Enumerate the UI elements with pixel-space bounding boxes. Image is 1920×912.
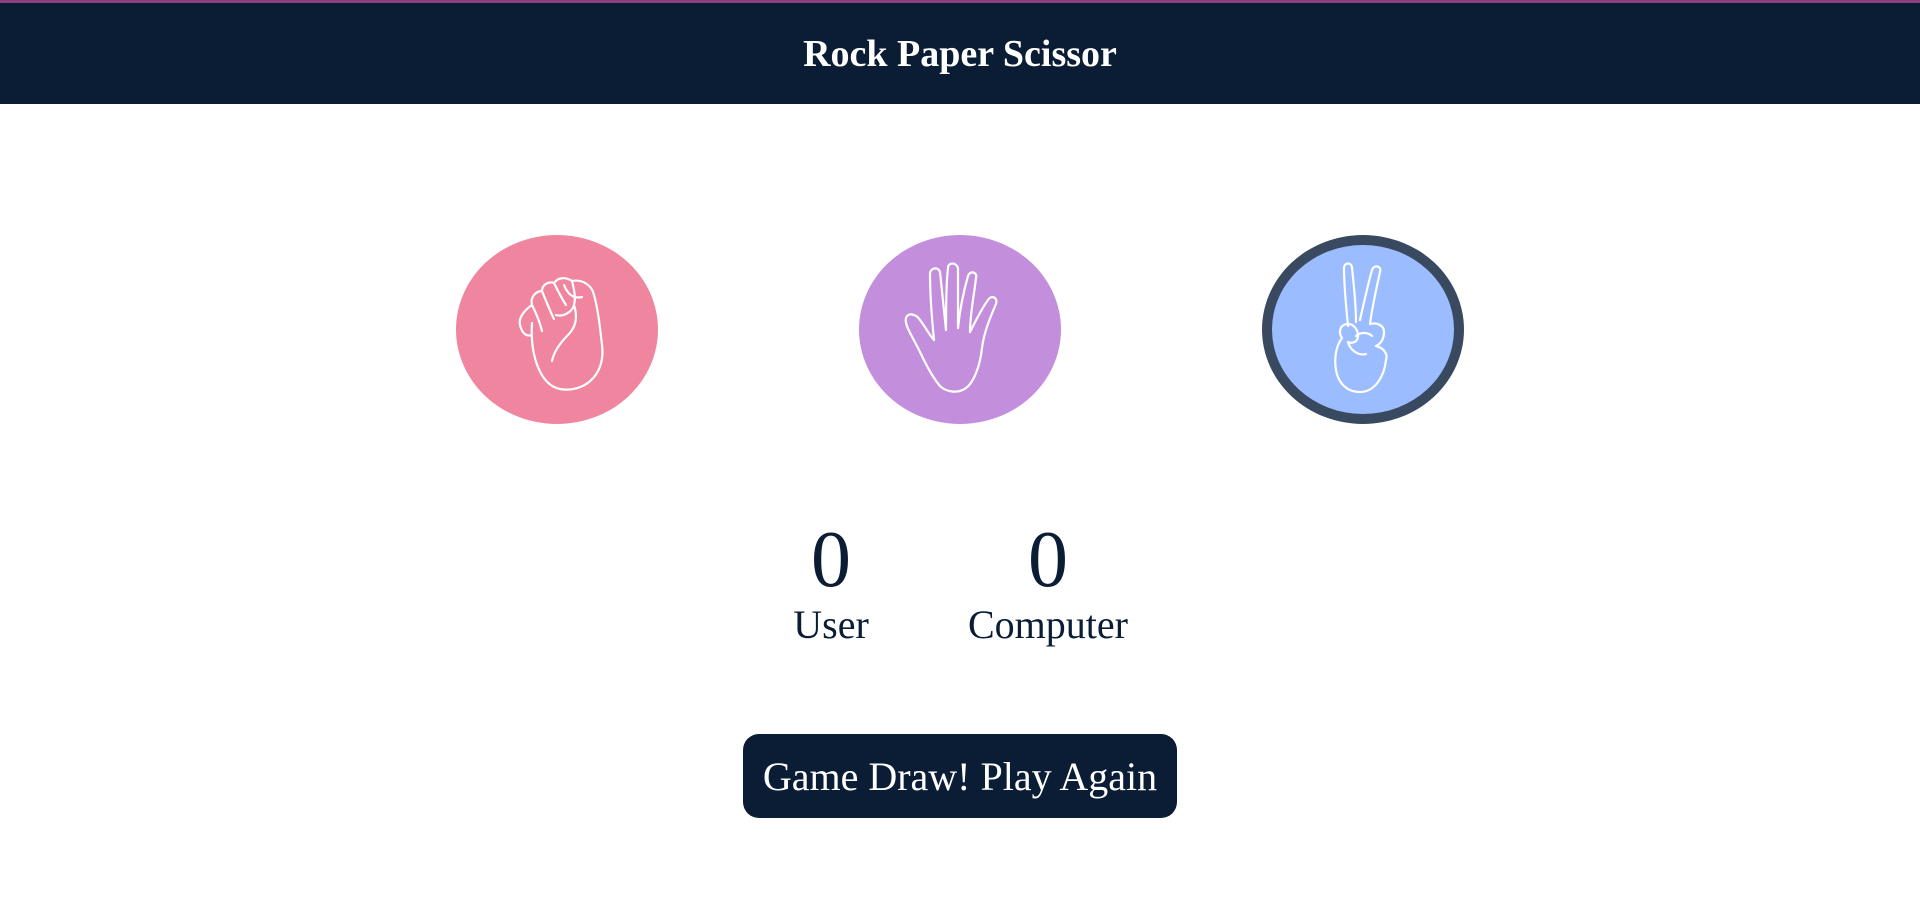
user-score: 0 User <box>771 520 891 648</box>
paper-choice[interactable] <box>859 235 1061 424</box>
rock-choice[interactable] <box>456 235 658 424</box>
computer-score-label: Computer <box>968 602 1128 647</box>
navbar: Rock Paper Scissor <box>0 3 1920 104</box>
scissor-choice[interactable] <box>1262 235 1464 424</box>
user-score-label: User <box>793 602 869 647</box>
page-title: Rock Paper Scissor <box>803 32 1117 75</box>
computer-score-value: 0 <box>1028 516 1068 604</box>
scissor-hand-icon <box>1334 261 1388 393</box>
paper-hand-icon <box>904 261 998 393</box>
user-score-value: 0 <box>811 516 851 604</box>
rock-fist-icon <box>518 276 604 391</box>
play-again-button[interactable]: Game Draw! Play Again <box>743 734 1177 818</box>
computer-score: 0 Computer <box>958 520 1138 648</box>
